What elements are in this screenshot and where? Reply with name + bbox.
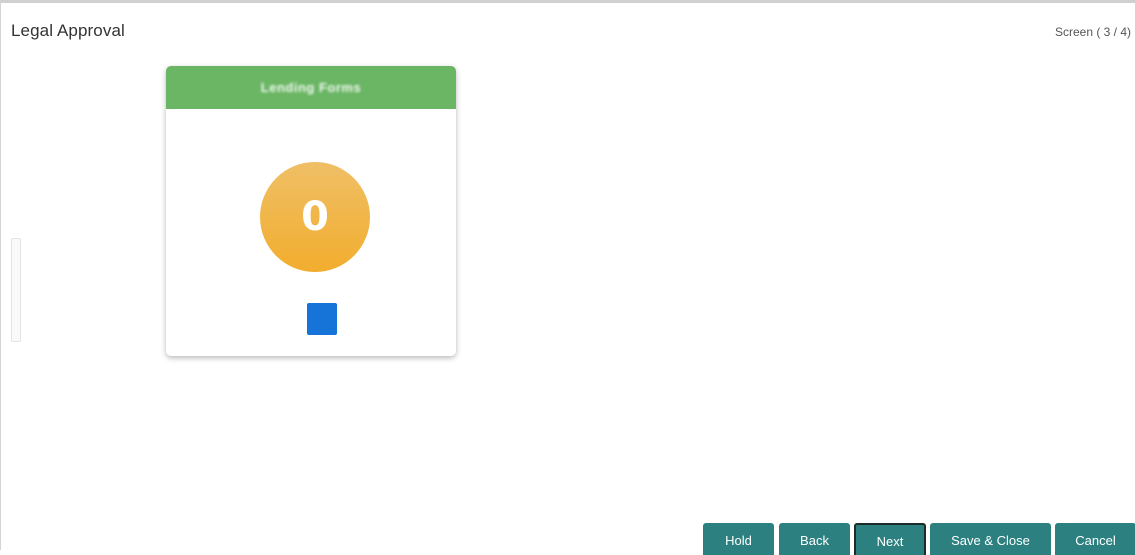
count-badge[interactable]: 0: [260, 162, 370, 272]
document-icon[interactable]: [307, 303, 337, 335]
card-header-label: Lending Forms: [260, 80, 362, 95]
cancel-button[interactable]: Cancel: [1055, 523, 1135, 555]
next-button[interactable]: Next: [854, 523, 926, 555]
workflow-screen: Legal Approval Screen ( 3 / 4) Lending F…: [0, 0, 1135, 555]
hold-button[interactable]: Hold: [703, 523, 774, 555]
side-panel-handle[interactable]: [11, 238, 21, 342]
action-button-bar: Hold Back Next Save & Close Cancel: [1, 523, 1135, 555]
count-value: 0: [301, 194, 329, 240]
card-header: Lending Forms: [166, 66, 456, 109]
page-title: Legal Approval: [11, 21, 125, 40]
screen-indicator: Screen ( 3 / 4): [1054, 25, 1131, 39]
back-button[interactable]: Back: [779, 523, 850, 555]
save-close-button[interactable]: Save & Close: [930, 523, 1051, 555]
document-card: Lending Forms 0: [166, 66, 456, 356]
